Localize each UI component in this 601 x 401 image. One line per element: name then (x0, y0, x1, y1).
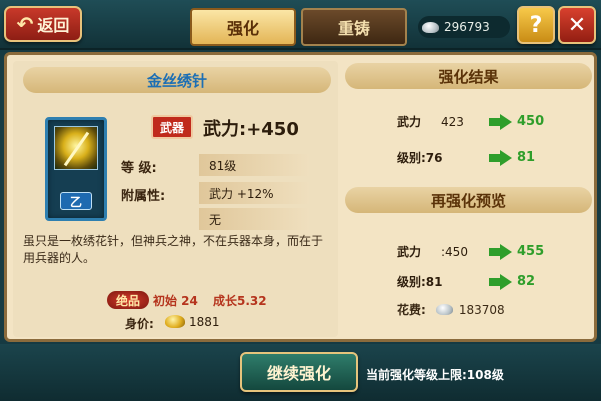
back-button[interactable]: ↶ 返回 (4, 6, 82, 42)
stat-label: 武力 (397, 245, 422, 259)
continue-strengthen-button[interactable]: 继续强化 (240, 352, 358, 392)
tab-recast[interactable]: 重铸 (301, 8, 407, 46)
silver-icon (435, 304, 453, 315)
silver-icon (422, 21, 439, 33)
stat-old: 423 (441, 114, 464, 129)
stat-label: 级别:76 (397, 151, 443, 165)
up-arrow-icon (489, 149, 513, 166)
top-bar: ↶ 返回 强化 重铸 296793 ? ✕ (0, 0, 601, 50)
level-limit-text: 当前强化等级上限:108级 (366, 368, 504, 382)
cost-row: 花费: 183708 (397, 301, 505, 318)
tab-strengthen[interactable]: 强化 (190, 8, 296, 46)
preview-title: 再强化预览 (345, 187, 592, 213)
stat-new: 450 (517, 114, 545, 129)
close-button[interactable]: ✕ (558, 6, 596, 44)
back-label: 返回 (37, 16, 70, 35)
attribute-label: 附属性: (121, 189, 166, 204)
item-slot[interactable]: 乙 (45, 117, 107, 221)
main-stat: 武力:+450 (203, 119, 299, 140)
cost-value: 183708 (458, 302, 505, 317)
main-panel: 金丝绣针 乙 武器 武力:+450 等 级: 81级 附属性: 武力 +12% … (4, 52, 597, 342)
result-row-force: 武力 423 450 (397, 113, 544, 130)
preview-row-level: 级别:81 82 (397, 273, 535, 290)
stat-new: 455 (517, 244, 545, 259)
level-value: 81级 (199, 154, 309, 176)
result-title: 强化结果 (345, 63, 592, 89)
attribute-value-1: 武力 +12% (199, 182, 309, 204)
stat-new: 81 (517, 150, 536, 165)
stat-new: 82 (517, 274, 536, 289)
stat-old: :450 (441, 244, 468, 259)
stat-label: 武力 (397, 115, 422, 129)
up-arrow-icon (489, 243, 513, 260)
silver-amount: 296793 (444, 20, 490, 34)
cost-label: 花费: (397, 303, 426, 317)
item-name: 金丝绣针 (23, 67, 331, 93)
level-label: 等 级: (121, 161, 157, 176)
back-arrow-icon: ↶ (16, 12, 34, 36)
preview-row-force: 武力 :450 455 (397, 243, 544, 260)
price-value: 1881 (189, 315, 220, 329)
item-description: 虽只是一枚绣花针，但神兵之神，不在兵器本身，而在于用兵器的人。 (23, 234, 324, 265)
up-arrow-icon (489, 113, 513, 130)
help-icon: ? (529, 12, 543, 38)
attribute-value-2: 无 (199, 208, 309, 230)
help-button[interactable]: ? (517, 6, 555, 44)
price-label: 身价: (125, 317, 154, 331)
gold-icon (165, 315, 185, 328)
result-row-level: 级别:76 81 (397, 149, 535, 166)
quality-badge: 绝品 (107, 291, 149, 309)
growth-value: 成长5.32 (213, 294, 267, 308)
weapon-type-stamp: 武器 (151, 115, 193, 139)
needle-item-icon (54, 126, 98, 170)
grade-badge: 乙 (60, 192, 92, 210)
up-arrow-icon (489, 273, 513, 290)
item-detail-panel: 金丝绣针 乙 武器 武力:+450 等 级: 81级 附属性: 武力 +12% … (13, 61, 338, 337)
silver-balance: 296793 (418, 16, 510, 38)
result-panel: 强化结果 武力 423 450 级别:76 81 再强化预览 武力 :450 4… (345, 61, 592, 337)
bottom-bar: 继续强化 当前强化等级上限:108级 (0, 344, 601, 401)
stat-label: 级别:81 (397, 275, 443, 289)
initial-value: 初始 24 (153, 294, 198, 308)
close-icon: ✕ (567, 12, 587, 38)
